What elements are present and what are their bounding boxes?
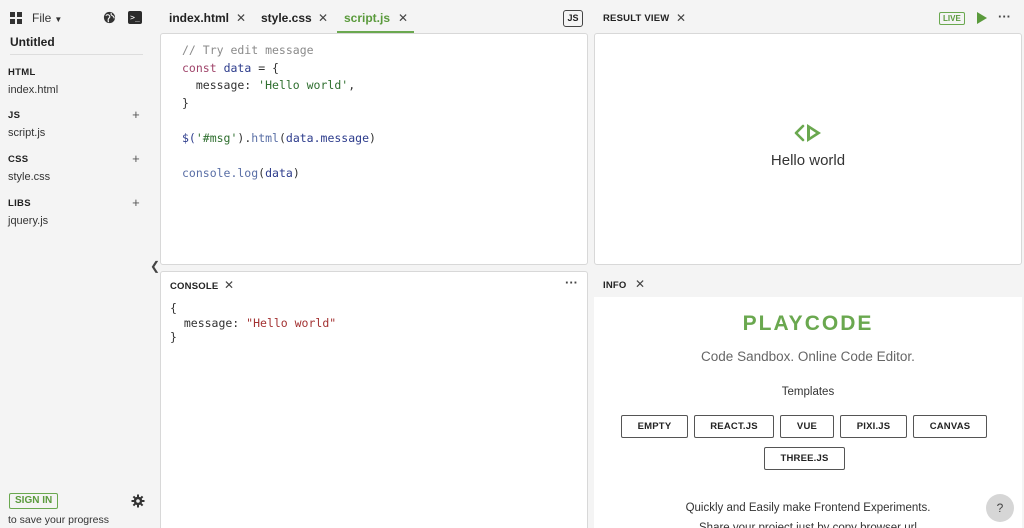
console-title: CONSOLE: [170, 281, 219, 292]
templates-heading: Templates: [781, 386, 835, 398]
section-html-header: HTML: [8, 67, 144, 79]
code-text: = {: [251, 60, 279, 75]
tab-style-css[interactable]: style.css ✕: [261, 0, 328, 33]
file-index-html[interactable]: index.html: [8, 84, 144, 96]
template-vue-button[interactable]: VUE: [780, 415, 834, 438]
tab-label: script.js: [344, 11, 391, 25]
code-text: message:: [182, 78, 259, 92]
info-description: Quickly and Easily make Frontend Experim…: [685, 502, 931, 514]
close-icon[interactable]: ✕: [236, 0, 246, 36]
code-string: 'Hello world': [258, 78, 349, 92]
section-libs-header: LIBS +: [8, 196, 144, 210]
live-badge[interactable]: LIVE: [939, 12, 965, 25]
code-text: ,: [348, 78, 356, 92]
close-icon[interactable]: ✕: [398, 0, 408, 36]
code-variable: data: [223, 60, 252, 75]
sidebar: File ▼ >_ Untitled HTML index.html JS + sc…: [0, 0, 160, 528]
file-style-css[interactable]: style.css: [8, 171, 144, 183]
code-string: '#msg': [195, 130, 238, 145]
result-view-title: RESULT VIEW: [603, 13, 670, 24]
close-icon[interactable]: ✕: [635, 277, 645, 291]
template-pixi-button[interactable]: PIXI.JS: [840, 415, 907, 438]
globe-icon[interactable]: [103, 11, 116, 24]
sidebar-toolbar: File ▼ >_: [10, 10, 145, 28]
section-html-label: HTML: [8, 67, 36, 78]
add-lib-plus-icon[interactable]: +: [132, 196, 140, 209]
code-function: console.log: [182, 165, 259, 180]
code-text: ): [292, 165, 300, 180]
code-text: $(: [182, 130, 196, 145]
code-text: ): [369, 130, 376, 145]
result-output: Hello world: [770, 152, 846, 169]
result-view[interactable]: Hello world: [594, 33, 1022, 265]
tab-script-js[interactable]: script.js ✕: [337, 0, 414, 33]
terminal-icon[interactable]: >_: [128, 11, 142, 24]
playcode-logo-icon: [794, 124, 821, 142]
tab-label: style.css: [261, 11, 312, 25]
code-comment: // Try edit message: [182, 43, 314, 57]
console-line: }: [170, 330, 177, 344]
console-panel: CONSOLE ✕ ··· { message: "Hello world" }: [160, 271, 588, 528]
editor-tabs: index.html ✕ style.css ✕ script.js ✕: [160, 0, 588, 33]
code-editor[interactable]: // Try edit message const data = { messa…: [160, 33, 588, 265]
section-js-header: JS +: [8, 108, 144, 122]
tab-label: index.html: [169, 11, 230, 25]
info-panel: PLAYCODE Code Sandbox. Online Code Edito…: [594, 297, 1022, 528]
section-css: CSS + style.css: [8, 152, 144, 183]
add-js-plus-icon[interactable]: +: [132, 108, 140, 121]
collapse-sidebar-icon[interactable]: ❮: [150, 259, 160, 273]
divider: [10, 54, 143, 55]
section-css-label: CSS: [8, 154, 29, 165]
console-line: {: [170, 301, 177, 315]
play-icon[interactable]: [977, 12, 987, 24]
code-variable: data: [265, 165, 293, 180]
code-variable: data.message: [285, 130, 369, 145]
file-menu[interactable]: File ▼: [32, 11, 62, 25]
section-js: JS + script.js: [8, 108, 144, 139]
console-value: "Hello world": [246, 315, 337, 330]
close-icon[interactable]: ✕: [676, 11, 686, 25]
section-libs-label: LIBS: [8, 198, 31, 209]
file-menu-label: File: [32, 11, 52, 25]
language-badge[interactable]: JS: [563, 10, 583, 27]
code-text: ).: [237, 130, 252, 145]
more-options-icon[interactable]: ···: [565, 275, 578, 290]
section-html: HTML index.html: [8, 67, 144, 96]
template-empty-button[interactable]: EMPTY: [621, 415, 688, 438]
close-icon[interactable]: ✕: [318, 0, 328, 36]
info-title: INFO: [603, 280, 627, 291]
code-text: (: [278, 130, 286, 145]
apps-grid-icon[interactable]: [10, 12, 22, 24]
app-root: File ▼ >_ Untitled HTML index.html JS + sc…: [0, 0, 1024, 528]
caret-down-icon: ▼: [54, 15, 63, 24]
file-jquery-js[interactable]: jquery.js: [8, 215, 144, 227]
help-button[interactable]: ?: [986, 494, 1014, 522]
console-key: message:: [170, 315, 247, 330]
template-canvas-button[interactable]: CANVAS: [913, 415, 987, 438]
tagline: Code Sandbox. Online Code Editor.: [701, 349, 915, 364]
code-content[interactable]: // Try edit message const data = { messa…: [182, 42, 376, 182]
code-text: }: [182, 95, 189, 110]
template-react-button[interactable]: REACT.JS: [694, 415, 774, 438]
code-function: html: [251, 130, 279, 145]
template-three-button[interactable]: THREE.JS: [764, 447, 845, 470]
sign-in-button[interactable]: SIGN IN: [9, 493, 59, 509]
section-js-label: JS: [8, 110, 21, 121]
add-css-plus-icon[interactable]: +: [132, 152, 140, 165]
section-css-header: CSS +: [8, 152, 144, 166]
brand-name: PLAYCODE: [742, 312, 874, 335]
console-output: { message: "Hello world" }: [170, 301, 336, 345]
close-icon[interactable]: ✕: [224, 278, 234, 292]
info-header: INFO ✕: [594, 271, 1022, 297]
gear-icon[interactable]: [131, 494, 145, 508]
info-share-text: Share your project just by copy browser …: [699, 522, 917, 528]
code-keyword: const: [182, 60, 217, 75]
project-title[interactable]: Untitled: [10, 35, 55, 49]
tab-index-html[interactable]: index.html ✕: [169, 0, 246, 33]
section-libs: LIBS + jquery.js: [8, 196, 144, 227]
file-script-js[interactable]: script.js: [8, 127, 144, 139]
save-progress-text: to save your progress: [8, 514, 109, 526]
more-options-icon[interactable]: ···: [998, 9, 1011, 24]
